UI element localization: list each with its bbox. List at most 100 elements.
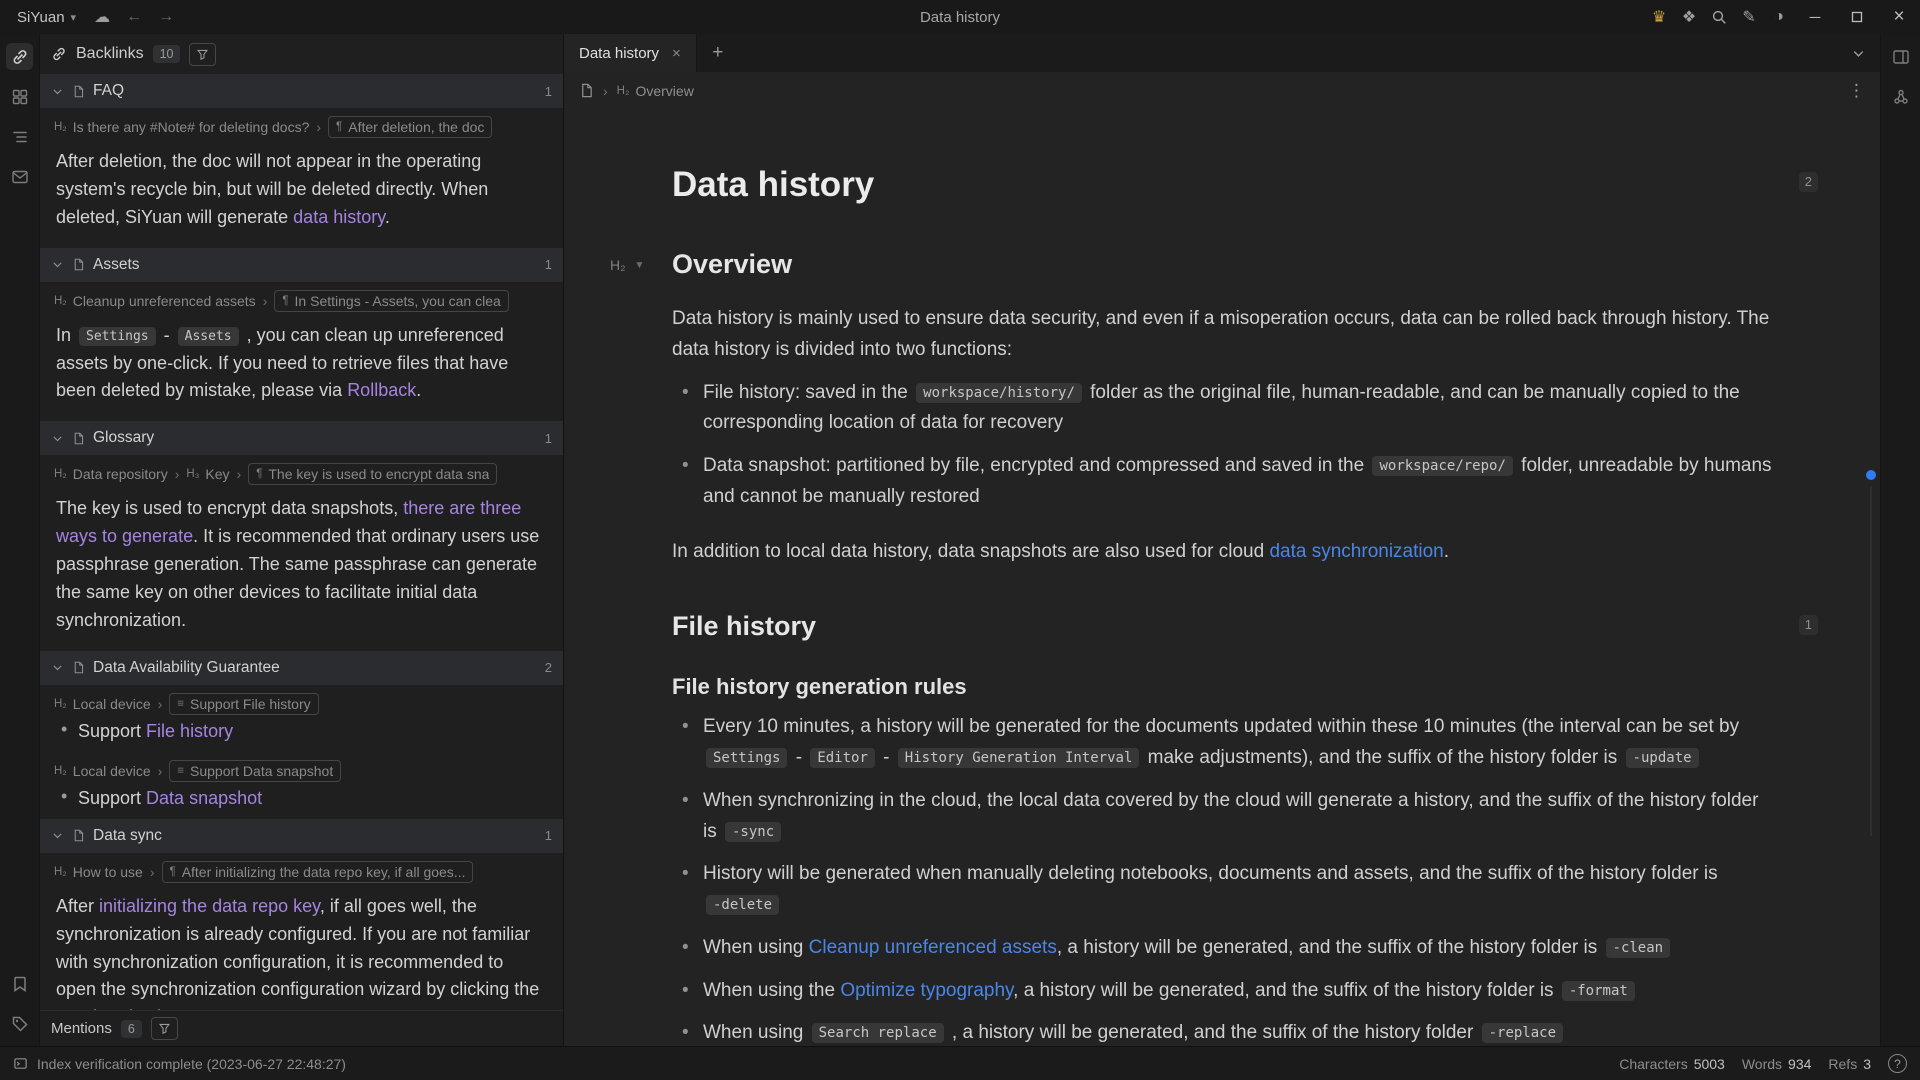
ref-link[interactable]: Cleanup unreferenced assets bbox=[809, 937, 1057, 958]
backlinks-dock-icon[interactable] bbox=[6, 43, 33, 70]
ref-link[interactable]: File history bbox=[146, 721, 233, 741]
list-item[interactable]: When using the Optimize typography, a hi… bbox=[672, 976, 1772, 1007]
membership-crown-icon[interactable]: ♛ bbox=[1644, 4, 1674, 30]
ref-link[interactable]: Rollback bbox=[347, 380, 416, 400]
list-item[interactable]: When using Cleanup unreferenced assets, … bbox=[672, 933, 1772, 964]
list-item[interactable]: Every 10 minutes, a history will be gene… bbox=[672, 712, 1772, 774]
backlink-doc-header[interactable]: FAQ 1 bbox=[40, 74, 563, 108]
heading-file-history[interactable]: File history 1 bbox=[672, 611, 1772, 642]
edit-pencil-icon[interactable]: ✎ bbox=[1734, 4, 1764, 30]
chevron-down-icon bbox=[51, 432, 64, 445]
backlink-doc-header[interactable]: Assets 1 bbox=[40, 248, 563, 282]
backlink-block[interactable]: Support Data snapshot bbox=[40, 786, 563, 819]
heading-overview[interactable]: H₂ ▼ Overview bbox=[672, 249, 1772, 280]
backlink-doc-header[interactable]: Data Availability Guarantee 2 bbox=[40, 651, 563, 685]
chevron-right-icon: › bbox=[175, 466, 180, 482]
theme-icon[interactable]: ◑ bbox=[1764, 4, 1794, 30]
scroll-position-marker[interactable] bbox=[1866, 470, 1876, 480]
breadcrumb-item[interactable]: ¶ In Settings - Assets, you can clea bbox=[274, 290, 508, 312]
breadcrumb-item[interactable]: H₂ Overview bbox=[617, 83, 694, 99]
more-menu-icon[interactable]: ⋮ bbox=[1848, 81, 1865, 101]
breadcrumb-item[interactable]: H₂ Is there any #Note# for deleting docs… bbox=[54, 119, 309, 135]
breadcrumb-item[interactable]: ≡ Support Data snapshot bbox=[169, 760, 341, 782]
ref-link[interactable]: data synchronization bbox=[1269, 541, 1443, 562]
list-item[interactable]: When using Search replace , a history wi… bbox=[672, 1018, 1772, 1046]
breadcrumb-text: Local device bbox=[73, 696, 151, 712]
heading-gutter: H₂ ▼ bbox=[610, 257, 644, 273]
chevron-right-icon: › bbox=[263, 293, 268, 309]
inbox-dock-icon[interactable] bbox=[6, 163, 33, 190]
tag-dock-icon[interactable] bbox=[6, 1010, 33, 1037]
tab-data-history[interactable]: Data history × bbox=[564, 34, 697, 72]
new-tab-button[interactable]: + bbox=[697, 34, 739, 72]
close-button[interactable]: × bbox=[1878, 0, 1920, 34]
list-item[interactable]: Data snapshot: partitioned by file, encr… bbox=[672, 451, 1772, 513]
maximize-button[interactable] bbox=[1836, 0, 1878, 34]
list-item[interactable]: History will be generated when manually … bbox=[672, 859, 1772, 921]
ref-count-badge[interactable]: 2 bbox=[1799, 172, 1818, 192]
paragraph[interactable]: In addition to local data history, data … bbox=[672, 537, 1772, 568]
search-icon[interactable] bbox=[1704, 4, 1734, 30]
backlinks-header: Backlinks 10 bbox=[40, 34, 563, 74]
chevron-down-icon: ▾ bbox=[71, 11, 77, 24]
chevron-right-icon: › bbox=[158, 763, 163, 779]
backlink-block[interactable]: In Settings - Assets , you can clean up … bbox=[40, 316, 563, 422]
mentions-bar[interactable]: Mentions 6 bbox=[40, 1010, 563, 1046]
ref-count-badge[interactable]: 1 bbox=[1799, 615, 1818, 635]
scrollbar[interactable] bbox=[1870, 486, 1872, 836]
backlink-doc-title: Glossary bbox=[93, 429, 154, 447]
backlink-doc-header[interactable]: Data sync 1 bbox=[40, 819, 563, 853]
heading-generation-rules[interactable]: File history generation rules bbox=[672, 674, 1772, 700]
backlink-block[interactable]: The key is used to encrypt data snapshot… bbox=[40, 489, 563, 650]
paragraph[interactable]: Data history is mainly used to ensure da… bbox=[672, 304, 1772, 366]
ref-link[interactable]: initializing the data repo key bbox=[99, 896, 320, 916]
doc-title[interactable]: Data history 2 bbox=[672, 165, 1772, 205]
breadcrumb-item[interactable]: H₂ Local device bbox=[54, 763, 151, 779]
outline-dock-icon[interactable] bbox=[6, 123, 33, 150]
breadcrumb-item[interactable]: H₂ How to use bbox=[54, 864, 143, 880]
forward-icon[interactable]: → bbox=[151, 4, 181, 30]
breadcrumb-item[interactable]: ≡ Support File history bbox=[169, 693, 318, 715]
ref-link[interactable]: there are three ways to generate bbox=[56, 498, 521, 546]
filter-funnel-icon[interactable] bbox=[151, 1017, 178, 1040]
ref-link[interactable]: Data snapshot bbox=[146, 788, 262, 808]
back-icon[interactable]: ← bbox=[119, 4, 149, 30]
breadcrumb-item[interactable]: ¶ After initializing the data repo key, … bbox=[162, 861, 474, 883]
bookmark-dock-icon[interactable] bbox=[6, 970, 33, 997]
backlink-block[interactable]: After deletion, the doc will not appear … bbox=[40, 142, 563, 248]
document-canvas[interactable]: Data history 2 H₂ ▼ Overview Data histor… bbox=[564, 109, 1880, 1046]
backlink-doc-header[interactable]: Glossary 1 bbox=[40, 421, 563, 455]
tab-bar: Data history × + bbox=[564, 34, 1880, 72]
breadcrumb-item[interactable]: ¶ The key is used to encrypt data sna bbox=[248, 463, 497, 485]
breadcrumb-item[interactable]: H₂ Local device bbox=[54, 696, 151, 712]
backlink-block[interactable]: After initializing the data repo key, if… bbox=[40, 887, 563, 1010]
panels-dock-icon[interactable] bbox=[6, 83, 33, 110]
app-menu-button[interactable]: SiYuan ▾ bbox=[8, 6, 85, 29]
chevron-down-icon bbox=[51, 85, 64, 98]
document-icon[interactable] bbox=[579, 83, 594, 98]
list-item[interactable]: When synchronizing in the cloud, the loc… bbox=[672, 786, 1772, 848]
stat-label: Refs bbox=[1828, 1056, 1857, 1072]
right-panels-dock-icon[interactable] bbox=[1887, 43, 1914, 70]
kbd-chip: Search replace bbox=[812, 1023, 944, 1043]
breadcrumb-item[interactable]: H₃ Key bbox=[186, 466, 229, 482]
tab-list-chevron-icon[interactable] bbox=[1836, 34, 1880, 72]
breadcrumb-text: Data repository bbox=[73, 466, 168, 482]
collapse-arrow-icon[interactable]: ▼ bbox=[635, 260, 645, 271]
graph-dock-icon[interactable] bbox=[1887, 83, 1914, 110]
breadcrumb-item[interactable]: ¶ After deletion, the doc bbox=[328, 116, 492, 138]
filter-funnel-icon[interactable] bbox=[189, 43, 216, 66]
cloud-sync-icon[interactable]: ☁ bbox=[87, 4, 117, 30]
list-item[interactable]: File history: saved in the workspace/his… bbox=[672, 378, 1772, 440]
backlink-block[interactable]: Support File history bbox=[40, 719, 563, 752]
breadcrumb-item[interactable]: H₂ Cleanup unreferenced assets bbox=[54, 293, 256, 309]
ref-link[interactable]: Optimize typography bbox=[840, 980, 1013, 1001]
minimize-button[interactable]: ─ bbox=[1794, 0, 1836, 34]
close-tab-icon[interactable]: × bbox=[672, 45, 681, 62]
backlink-section-assets: Assets 1 H₂ Cleanup unreferenced assets … bbox=[40, 248, 563, 422]
breadcrumb-item[interactable]: H₂ Data repository bbox=[54, 466, 168, 482]
ref-link[interactable]: data history bbox=[293, 207, 385, 227]
plugin-icon[interactable]: ❖ bbox=[1674, 4, 1704, 30]
help-icon[interactable]: ? bbox=[1888, 1054, 1907, 1073]
heading-marker: H₂ bbox=[54, 468, 67, 480]
